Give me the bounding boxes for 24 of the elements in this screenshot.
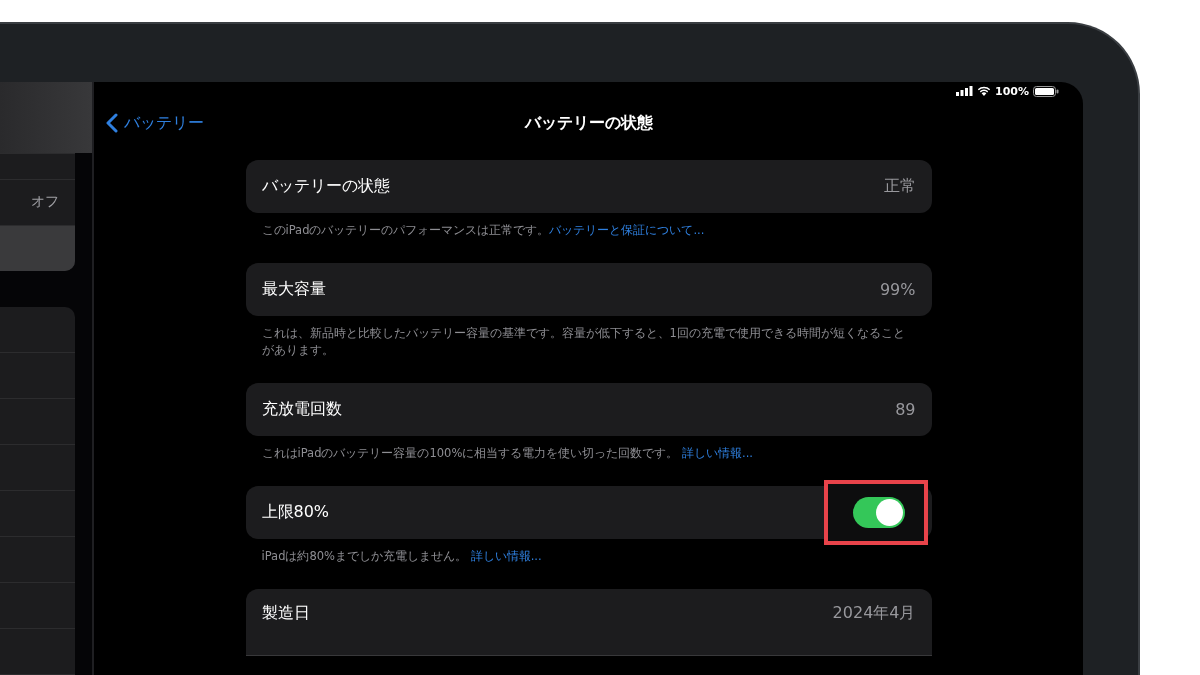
- footnote-text: このiPadのバッテリーのパフォーマンスは正常です。バッテリーと保証について...: [260, 222, 706, 239]
- row-label: 充放電回数: [261, 399, 342, 420]
- row-value: 正常: [883, 176, 916, 197]
- footnote-text: iPadは約80%までしか充電しません。 詳しい情報...: [260, 548, 543, 565]
- battery-percent: 100%: [995, 84, 1029, 98]
- toggle-switch[interactable]: [852, 497, 905, 528]
- footnote-text: これはiPadのバッテリー容量の100%に相当する電力を使い切った回数です。 詳しい情報...: [260, 445, 754, 462]
- row-label: バッテリーの状態: [261, 176, 390, 197]
- signal-icon: [956, 86, 973, 96]
- wifi-icon: [977, 86, 991, 96]
- footnote-text: これは、新品時と比較したバッテリー容量の基準です。容量が低下すると、1回の充電で使用できる時間が短くなることがあります。: [260, 325, 906, 359]
- row-label: 製造日: [261, 603, 310, 624]
- info-link[interactable]: 詳しい情報...: [470, 549, 542, 563]
- battery-icon: [1033, 85, 1059, 97]
- back-button[interactable]: バッテリー: [106, 112, 204, 134]
- page-title: バッテリーの状態: [524, 112, 653, 134]
- row-value: 99%: [879, 280, 916, 299]
- row-label: 上限80%: [261, 502, 330, 523]
- info-link[interactable]: 詳しい情報...: [682, 446, 753, 460]
- row-value: 89: [895, 400, 916, 419]
- info-link[interactable]: バッテリーと保証について...: [549, 223, 705, 237]
- row-value: 2024年4月: [832, 603, 916, 624]
- row-label: 最大容量: [261, 279, 326, 300]
- chevron-icon: [106, 113, 118, 133]
